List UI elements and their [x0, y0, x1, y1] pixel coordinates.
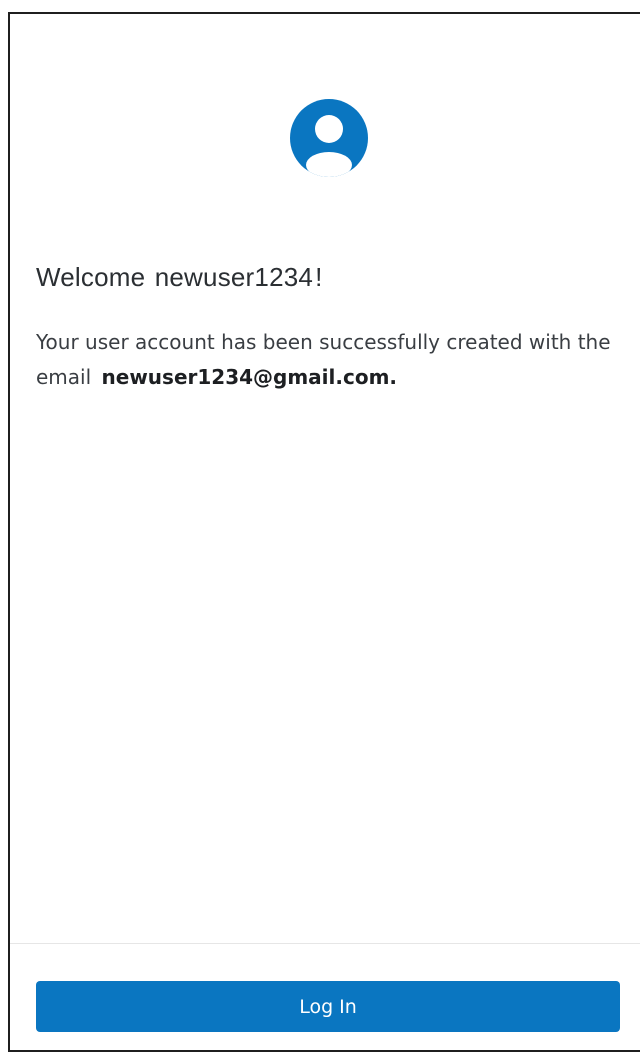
account-email: newuser1234@gmail.com. [101, 365, 398, 389]
welcome-heading: Welcome newuser1234! [36, 262, 323, 293]
account-created-message: Your user account has been successfully … [36, 325, 636, 395]
welcome-exclamation: ! [315, 262, 323, 292]
user-avatar-icon [290, 99, 368, 177]
login-button[interactable]: Log In [36, 981, 620, 1032]
welcome-greeting: Welcome [36, 262, 146, 292]
welcome-username: newuser1234 [154, 262, 314, 292]
footer-divider [10, 943, 640, 944]
